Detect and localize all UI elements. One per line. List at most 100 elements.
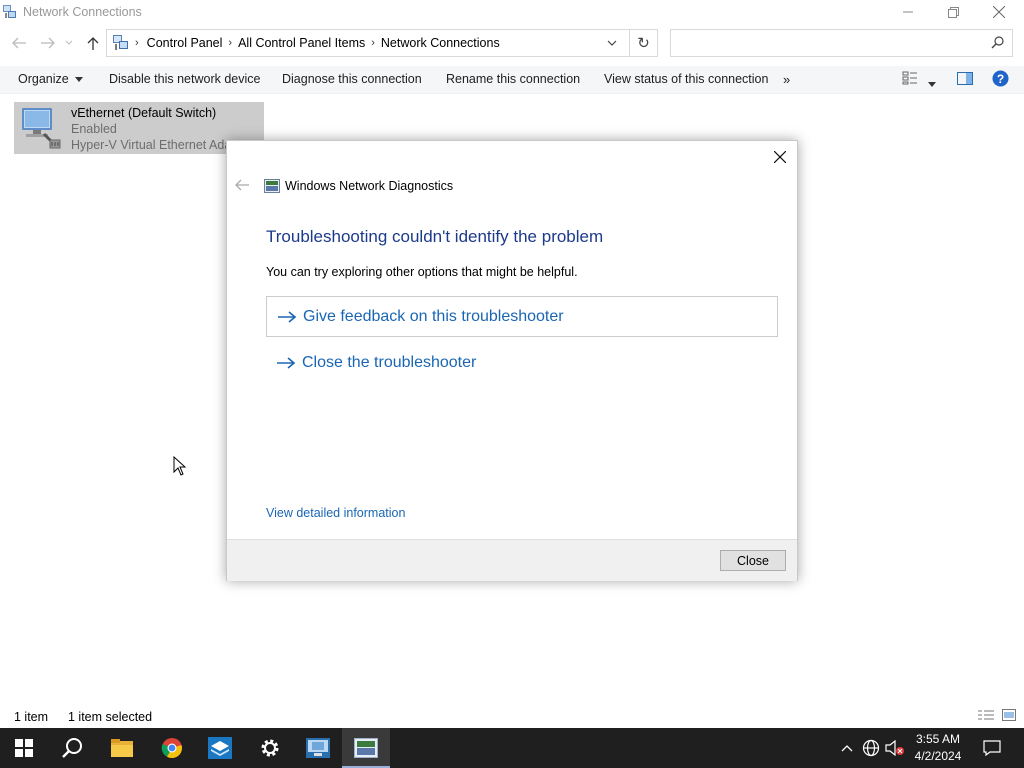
organize-label: Organize (18, 72, 69, 86)
diagnostics-app-icon (264, 179, 280, 193)
taskbar: 3:55 AM 4/2/2024 (0, 728, 1024, 768)
selection-count: 1 item selected (68, 710, 153, 724)
preview-pane-button[interactable] (957, 72, 973, 88)
clock-date: 4/2/2024 (914, 749, 962, 763)
start-button[interactable] (0, 728, 48, 768)
search-taskbar-button[interactable] (48, 728, 96, 768)
back-button[interactable] (9, 34, 29, 52)
details-view-icon (978, 710, 994, 720)
view-detailed-information-link[interactable]: View detailed information (266, 506, 405, 520)
svg-text:?: ? (997, 72, 1004, 86)
close-button[interactable]: Close (720, 550, 786, 571)
file-explorer-taskbar-button[interactable] (98, 728, 146, 768)
diagnose-connection-button[interactable]: Diagnose this connection (282, 72, 422, 86)
more-commands-button[interactable]: » (783, 72, 790, 87)
search-icon (991, 36, 1004, 52)
right-arrow-icon (271, 310, 303, 323)
item-count: 1 item (14, 710, 49, 724)
volume-button[interactable] (884, 728, 906, 768)
speaker-muted-icon (885, 740, 904, 756)
forward-button[interactable] (38, 34, 58, 52)
breadcrumb: › Control Panel › All Control Panel Item… (111, 30, 500, 56)
view-dropdown-button[interactable] (928, 76, 936, 90)
up-arrow-icon (87, 37, 99, 50)
view-options-icon (902, 71, 917, 85)
give-feedback-option[interactable]: Give feedback on this troubleshooter (266, 296, 778, 337)
settings-taskbar-button[interactable] (246, 728, 294, 768)
breadcrumb-separator: › (371, 37, 375, 49)
chrome-taskbar-button[interactable] (148, 728, 196, 768)
forward-arrow-icon (41, 37, 55, 49)
pointer-icon (173, 455, 187, 476)
clock-time: 3:55 AM (915, 732, 961, 746)
organize-menu[interactable]: Organize (18, 72, 84, 86)
network-adapter-icon (16, 104, 64, 152)
help-icon: ? (992, 70, 1009, 87)
close-troubleshooter-option[interactable]: Close the troubleshooter (266, 342, 778, 383)
network-diagnostics-taskbar-button[interactable] (342, 728, 390, 768)
address-bar[interactable]: › Control Panel › All Control Panel Item… (106, 29, 658, 57)
control-panel-taskbar-button[interactable] (294, 728, 342, 768)
chevron-down-icon (65, 40, 73, 45)
network-diagnostics-dialog: Windows Network Diagnostics Troubleshoot… (226, 140, 798, 581)
chrome-icon (161, 738, 182, 759)
change-view-button[interactable] (902, 71, 918, 88)
refresh-icon: ↻ (637, 35, 650, 52)
dialog-heading: Troubleshooting couldn't identify the pr… (266, 227, 604, 246)
network-app-taskbar-button[interactable] (196, 728, 244, 768)
restore-button[interactable] (930, 0, 976, 24)
status-bar: 1 item 1 item selected (0, 706, 1024, 726)
window-title: Network Connections (23, 5, 142, 19)
right-arrow-icon (270, 356, 302, 369)
clock[interactable]: 3:55 AM 4/2/2024 (905, 731, 971, 765)
dialog-close-x-button[interactable] (767, 145, 793, 169)
give-feedback-label: Give feedback on this troubleshooter (303, 307, 564, 325)
dialog-footer: Close (227, 539, 797, 581)
dialog-back-button[interactable] (235, 179, 253, 193)
caret-down-icon (928, 82, 936, 87)
diagnostics-app-icon (354, 738, 378, 758)
show-hidden-icons-button[interactable] (838, 728, 856, 768)
restore-icon (947, 6, 959, 18)
refresh-button[interactable]: ↻ (629, 30, 657, 56)
folder-icon (111, 739, 133, 757)
view-status-button[interactable]: View status of this connection (604, 72, 768, 86)
help-button[interactable]: ? (992, 70, 1009, 90)
address-dropdown-button[interactable] (599, 30, 625, 56)
notification-icon (983, 740, 1001, 756)
caret-down-icon (75, 77, 84, 83)
mouse-cursor (173, 455, 187, 479)
chevron-down-icon (607, 40, 617, 46)
close-window-button[interactable] (976, 0, 1022, 24)
windows-logo-icon (15, 739, 33, 757)
search-box[interactable] (670, 29, 1013, 57)
adapter-status: Enabled (71, 122, 117, 136)
globe-icon (862, 739, 880, 757)
tiles-view-button[interactable] (1002, 709, 1016, 724)
address-bar-row: › Control Panel › All Control Panel Item… (0, 28, 1024, 58)
search-icon (62, 738, 82, 758)
control-panel-icon (111, 33, 129, 54)
rename-connection-button[interactable]: Rename this connection (446, 72, 580, 86)
breadcrumb-control-panel[interactable]: Control Panel (147, 36, 223, 50)
breadcrumb-all-items[interactable]: All Control Panel Items (238, 36, 365, 50)
breadcrumb-separator: › (135, 37, 139, 49)
breadcrumb-separator: › (228, 37, 233, 49)
breadcrumb-network-connections[interactable]: Network Connections (381, 36, 500, 50)
up-button[interactable] (83, 34, 103, 52)
dialog-title: Windows Network Diagnostics (285, 179, 454, 193)
details-view-button[interactable] (978, 709, 994, 724)
disable-device-button[interactable]: Disable this network device (109, 72, 260, 86)
back-arrow-icon (12, 37, 26, 49)
command-bar: Organize Disable this network device Dia… (0, 66, 1024, 94)
minimize-icon (903, 11, 913, 13)
recent-locations-button[interactable] (62, 34, 76, 52)
close-icon (774, 151, 786, 163)
notifications-button[interactable] (980, 728, 1004, 768)
tiles-view-icon (1002, 709, 1016, 721)
minimize-button[interactable] (885, 0, 931, 24)
network-status-button[interactable] (860, 728, 882, 768)
dialog-subtext: You can try exploring other options that… (266, 265, 578, 279)
title-bar[interactable]: Network Connections (0, 0, 1024, 24)
gear-icon (261, 739, 279, 757)
